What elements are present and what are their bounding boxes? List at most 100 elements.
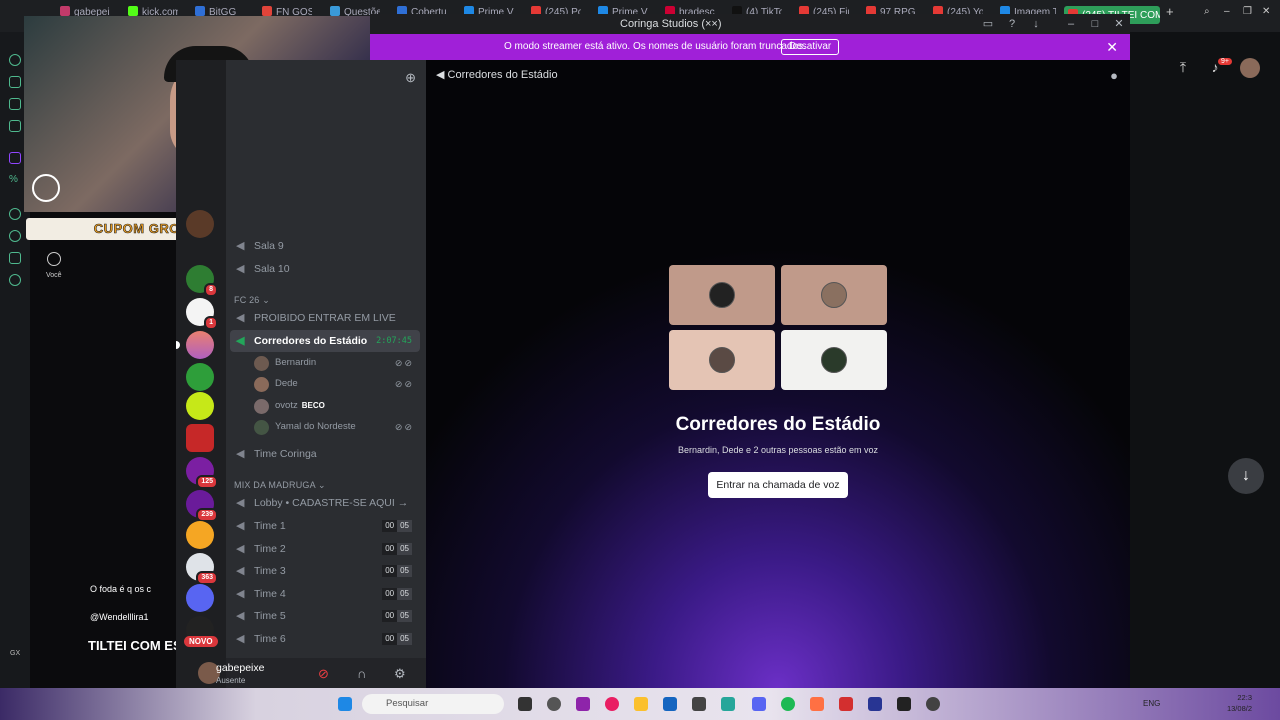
window-title: Coringa Studios (××) [620, 18, 722, 30]
server-icon[interactable] [186, 363, 214, 391]
participant-tile[interactable] [781, 330, 887, 390]
server-icon[interactable]: 363 [186, 553, 218, 585]
app-icon[interactable] [868, 697, 882, 711]
folder-icon[interactable] [634, 697, 648, 711]
channel-sidebar: ⊕ ◀ Sala 9 ◀ Sala 10 FC 26 ⌄ ◀ PROIBIDO ENT… [198, 60, 426, 688]
twitch-icon[interactable] [9, 152, 21, 164]
spotify-icon[interactable] [781, 697, 795, 711]
server-icon[interactable]: 125 [186, 457, 218, 489]
mic-muted-icon[interactable]: ⊘ [318, 666, 329, 682]
upload-icon[interactable]: ⤒ [1176, 60, 1190, 74]
server-icon[interactable] [186, 424, 214, 452]
category-fc26[interactable]: FC 26 ⌄ [234, 295, 270, 306]
speaker-icon: ◀ [236, 312, 245, 324]
close-icon[interactable]: ✕ [1106, 39, 1118, 56]
scroll-down-button[interactable]: ↓ [1228, 458, 1264, 494]
server-icon[interactable] [186, 584, 214, 612]
play-icon[interactable] [9, 208, 21, 220]
participant-tile[interactable] [669, 265, 775, 325]
language-indicator[interactable]: ENG [1143, 699, 1160, 708]
task-view-icon[interactable] [518, 697, 532, 711]
participant-tile[interactable] [669, 330, 775, 390]
app-icon[interactable] [810, 697, 824, 711]
new-tab-button[interactable]: + [1166, 4, 1178, 24]
server-icon[interactable] [186, 392, 214, 420]
server-icon[interactable] [186, 210, 214, 238]
voice-channel-time-5[interactable]: ◀ Time 5 00 05 [230, 605, 420, 627]
app-icon[interactable] [576, 697, 590, 711]
category-mix[interactable]: MIX DA MADRUGA ⌄ [234, 480, 326, 491]
maximize-icon[interactable]: □ [1088, 17, 1102, 31]
voice-channel-sala-9[interactable]: ◀ Sala 9 [230, 235, 420, 257]
voice-user[interactable]: Yamal do Nordeste ⊘⊘ [254, 417, 420, 437]
discord-icon[interactable] [752, 697, 766, 711]
gear-icon[interactable]: ⚙ [394, 666, 406, 682]
app-icon[interactable] [721, 697, 735, 711]
sidebar-app-icon[interactable] [9, 54, 21, 66]
user-name: gabepeixe [216, 662, 265, 674]
inbox-icon[interactable]: ▭ [981, 17, 995, 31]
close-icon[interactable]: ✕ [1112, 17, 1126, 31]
participant-tile[interactable] [781, 265, 887, 325]
avatar[interactable] [1240, 58, 1260, 78]
user-panel: gabepeixe Ausente ⊘ ∩ ⚙ [198, 658, 426, 688]
voice-user[interactable]: Dede ⊘⊘ [254, 374, 420, 394]
minimize-icon[interactable]: – [1064, 17, 1078, 31]
sidebar-app-icon[interactable] [9, 98, 21, 110]
steam-icon[interactable] [663, 697, 677, 711]
user-limit: 00 05 [382, 565, 412, 577]
start-icon[interactable] [338, 697, 352, 711]
speaker-icon: ◀ [236, 588, 245, 600]
speaker-icon: ◀ [236, 610, 245, 622]
close-icon[interactable]: ✕ [1262, 6, 1274, 26]
streamer-mode-banner: O modo streamer está ativo. Os nomes de … [370, 34, 1130, 60]
server-icon[interactable]: 8 [186, 265, 218, 297]
voice-channel-lobby[interactable]: ◀ Lobby • CADASTRE-SE AQUI → [230, 492, 420, 514]
obs-icon[interactable] [926, 697, 940, 711]
voice-channel-time-1[interactable]: ◀ Time 1 00 05 [230, 515, 420, 537]
voice-user[interactable]: Bernardin ⊘⊘ [254, 353, 420, 373]
disable-streamer-mode-button[interactable]: Desativar [781, 39, 840, 55]
gear-icon[interactable] [9, 274, 21, 286]
chevron-down-icon: ⌄ [262, 295, 270, 305]
app-icon[interactable] [839, 697, 853, 711]
restore-icon[interactable]: ❐ [1243, 6, 1255, 26]
clock-icon[interactable] [9, 230, 21, 242]
server-icon[interactable] [176, 331, 214, 359]
voice-channel-time-4[interactable]: ◀ Time 4 00 05 [230, 583, 420, 605]
app-icon[interactable] [692, 697, 706, 711]
taskbar-clock[interactable]: 22:3 13/08/2 [1227, 692, 1252, 714]
sidebar-app-icon[interactable] [9, 76, 21, 88]
sidebar-app-icon[interactable] [9, 120, 21, 132]
unread-badge: 239 [196, 508, 218, 522]
server-icon[interactable] [186, 521, 214, 549]
taskbar-search[interactable]: Pesquisar [362, 694, 504, 714]
voice-channel-time-coringa[interactable]: ◀ Time Coringa [230, 443, 420, 465]
voice-user[interactable]: ovotz BECO [254, 396, 420, 416]
minimize-icon[interactable]: – [1224, 6, 1236, 26]
help-icon[interactable]: ? [1005, 17, 1019, 31]
app-icon[interactable] [897, 697, 911, 711]
user-limit: 00 05 [382, 520, 412, 532]
voice-channel-time-2[interactable]: ◀ Time 2 00 05 [230, 538, 420, 560]
percent-icon[interactable]: % [9, 174, 21, 186]
add-user-icon[interactable]: ⊕ [405, 70, 416, 86]
puzzle-icon[interactable] [9, 252, 21, 264]
chevron-down-icon: ⌄ [318, 480, 326, 490]
chat-icon[interactable]: ● [1110, 68, 1118, 83]
tab-favicon-icon [262, 6, 272, 16]
search-icon[interactable]: ⌕ [1204, 6, 1216, 26]
voice-channel-sala-10[interactable]: ◀ Sala 10 [230, 258, 420, 280]
voice-channel-corredores[interactable]: ◀ Corredores do Estádio 2:07:45 [230, 330, 420, 352]
app-icon[interactable] [547, 697, 561, 711]
voice-channel-time-3[interactable]: ◀ Time 3 00 05 [230, 560, 420, 582]
server-icon[interactable]: 239 [186, 490, 218, 522]
join-voice-button[interactable]: Entrar na chamada de voz [708, 472, 848, 498]
download-icon[interactable]: ↓ [1029, 17, 1043, 31]
app-icon[interactable] [605, 697, 619, 711]
user-status: Ausente [216, 676, 246, 685]
voice-channel-time-6[interactable]: ◀ Time 6 00 05 [230, 628, 420, 650]
voice-channel-proibido[interactable]: ◀ PROIBIDO ENTRAR EM LIVE [230, 307, 420, 329]
server-icon[interactable]: 1 [186, 298, 218, 330]
headphones-icon[interactable]: ∩ [357, 666, 366, 681]
